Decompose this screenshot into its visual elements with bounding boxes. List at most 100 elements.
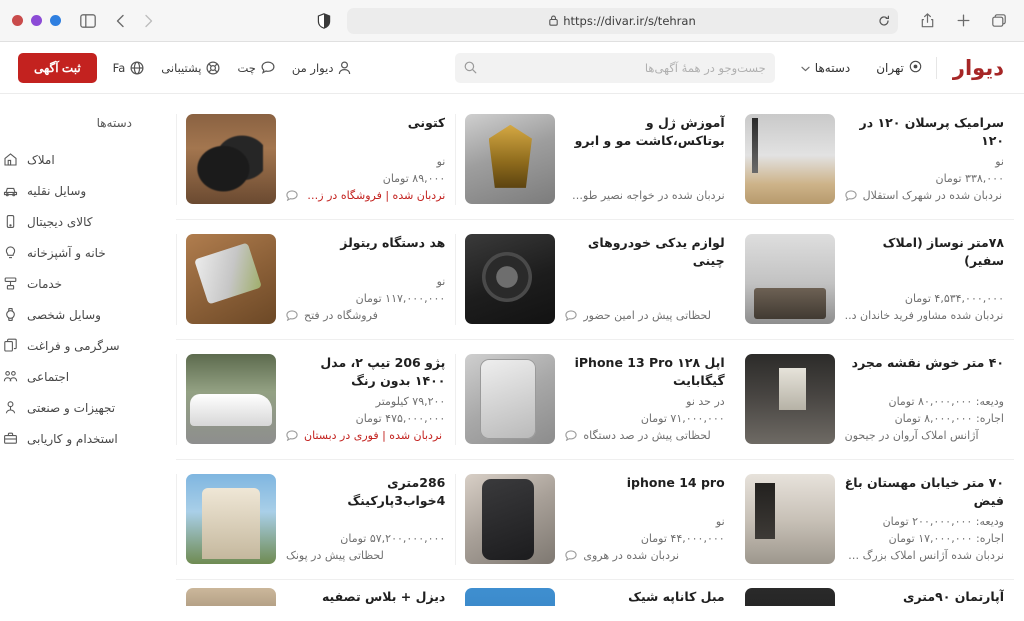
nav-item-support[interactable]: پشتیبانی <box>161 61 220 75</box>
divar-logo[interactable]: دیوار <box>953 56 1005 80</box>
listing-condition: نو <box>715 514 725 528</box>
minimize-window-button[interactable] <box>31 15 42 26</box>
lifebuoy-icon <box>206 60 220 75</box>
listing-card[interactable]: مبل کاناپه شیک <box>455 580 734 606</box>
chat-bubble-icon[interactable] <box>286 430 298 441</box>
sidebar-item-services[interactable]: خدمات <box>0 268 132 299</box>
listing-card[interactable]: آموزش ژل و بوتاکس،کاشت مو و ابرو نردبان … <box>455 100 735 220</box>
listing-thumbnail <box>744 114 835 204</box>
listing-row: ۷۸متر نوساز (املاک سفیر) ۴,۵۳۴,۰۰۰,۰۰۰ ت… <box>176 220 1014 340</box>
chat-bubble-icon[interactable] <box>565 550 577 561</box>
listing-title: مبل کاناپه شیک <box>628 589 725 604</box>
city-selector[interactable]: تهران <box>872 55 926 81</box>
nav-item-chat[interactable]: چت <box>237 60 275 75</box>
sidebar-item-real-estate[interactable]: املاک <box>0 144 132 175</box>
listing-location-text: آژانس املاک آروان در جیحون <box>844 428 979 442</box>
listing-title: ۷۸متر نوساز (املاک سفیر) <box>882 235 1004 269</box>
sidebar-item-label: کالای دیجیتال <box>27 214 93 229</box>
sidebar-item-jobs[interactable]: استخدام و کاریابی <box>0 423 132 454</box>
listing-card[interactable]: دیزل + بلاس تصفیه اتوماتیک <box>176 580 455 606</box>
chat-bubble-icon[interactable] <box>845 190 857 201</box>
listing-card[interactable]: iphone 14 pro نو ۴۴,۰۰۰,۰۰۰ تومان نردبان… <box>455 460 735 580</box>
nav-label: پشتیبانی <box>161 60 202 75</box>
chat-bubble-icon[interactable] <box>286 310 298 321</box>
close-window-button[interactable] <box>12 15 23 26</box>
listing-thumbnail <box>465 354 556 444</box>
sidebar-item-personal-goods[interactable]: وسایل شخصی <box>0 299 132 330</box>
address-bar[interactable]: https://divar.ir/s/tehran <box>347 7 898 34</box>
listing-title: آپارتمان ۹۰متری <box>903 589 1004 604</box>
listing-title: دیزل + بلاس تصفیه اتوماتیک <box>321 589 446 604</box>
sidebar-item-digital-goods[interactable]: کالای دیجیتال <box>0 206 132 237</box>
share-icon[interactable] <box>914 8 940 34</box>
social-icon <box>2 368 19 385</box>
globe-icon <box>130 60 144 75</box>
privacy-shield-icon[interactable] <box>311 8 337 34</box>
categories-dropdown[interactable]: دسته‌ها <box>797 56 854 80</box>
leisure-icon <box>2 337 19 354</box>
nav-item-my-divar[interactable]: دیوار من <box>292 61 352 75</box>
sidebar-item-label: وسایل نقلیه <box>27 183 87 198</box>
listing-title: 286متری 4خواب3پارکینگ <box>347 475 446 509</box>
sidebar-item-home-kitchen[interactable]: خانه و آشپزخانه <box>0 237 132 268</box>
category-sidebar: دسته‌ها املاک وسایل نقلیه کالای دیجیتال … <box>0 94 150 621</box>
listing-card[interactable]: کتونی نو ۸۹,۰۰۰ تومان نردبان شده | فروشگ… <box>176 100 456 220</box>
reload-icon[interactable] <box>878 15 890 27</box>
url-text: https://divar.ir/s/tehran <box>563 13 696 28</box>
listing-card[interactable]: اپل iPhone 13 Pro ۱۲۸ گیگابایت در حد نو … <box>455 340 735 460</box>
chat-bubble-icon[interactable] <box>286 190 298 201</box>
listing-card[interactable]: ۷۰ متر خیابان مهستان باغ فیض ودیعه: ۲۰۰,… <box>734 460 1014 580</box>
sidebar-item-social[interactable]: اجتماعی <box>0 361 132 392</box>
listing-card[interactable]: لوازم یدکی خودروهای چینی لحظاتی پیش در ا… <box>455 220 735 340</box>
phone-icon <box>2 213 19 230</box>
chat-bubble-icon <box>261 61 275 74</box>
listing-body: کتونی نو ۸۹,۰۰۰ تومان نردبان شده | فروشگ… <box>286 114 445 204</box>
listing-card[interactable]: پژو 206 تیپ ۲، مدل ۱۴۰۰ بدون رنگ ۷۹,۲۰۰ … <box>176 340 456 460</box>
chat-bubble-icon[interactable] <box>565 430 577 441</box>
listing-card[interactable]: ۴۰ متر خوش نقشه مجرد ودیعه: ۸۰,۰۰۰,۰۰۰ ت… <box>734 340 1014 460</box>
listing-body: سرامیک پرسلان ۱۲۰ در ۱۲۰ نو ۳۳۸,۰۰۰ توما… <box>845 114 1004 204</box>
listing-price: ۴۷۵,۰۰۰,۰۰۰ تومان <box>355 411 446 425</box>
listing-location-text: نردبان شده در شهرک استقلال <box>862 188 1003 202</box>
car-icon <box>2 182 19 199</box>
nav-label: چت <box>237 60 256 75</box>
listing-location-text: نردبان شده در خواجه نصیر طوسی <box>565 188 725 202</box>
lock-icon <box>549 15 559 26</box>
sidebar-item-label: سرگرمی و فراغت <box>27 338 120 353</box>
listing-thumbnail <box>465 588 556 606</box>
back-arrow-icon[interactable] <box>107 8 133 34</box>
listing-title: آموزش ژل و بوتاکس،کاشت مو و ابرو <box>574 115 725 149</box>
listing-row: سرامیک پرسلان ۱۲۰ در ۱۲۰ نو ۳۳۸,۰۰۰ توما… <box>176 100 1014 220</box>
listing-row: ۴۰ متر خوش نقشه مجرد ودیعه: ۸۰,۰۰۰,۰۰۰ ت… <box>176 340 1014 460</box>
listing-card[interactable]: ۷۸متر نوساز (املاک سفیر) ۴,۵۳۴,۰۰۰,۰۰۰ ت… <box>734 220 1014 340</box>
forward-arrow-icon[interactable] <box>135 8 161 34</box>
sidebar-item-leisure[interactable]: سرگرمی و فراغت <box>0 330 132 361</box>
chat-bubble-icon[interactable] <box>565 310 577 321</box>
listing-card[interactable]: سرامیک پرسلان ۱۲۰ در ۱۲۰ نو ۳۳۸,۰۰۰ توما… <box>734 100 1014 220</box>
listing-thumbnail <box>744 588 835 606</box>
listing-body: ۷۰ متر خیابان مهستان باغ فیض ودیعه: ۲۰۰,… <box>845 474 1004 564</box>
listing-location-text: نردبان شده آژانس املاک بزرگ م... <box>844 548 1004 562</box>
header-nav: دیوار من چت پشتیبانی Fa <box>113 61 352 75</box>
listing-location-text: فروشگاه در فتح <box>304 308 378 322</box>
sidebar-item-industrial[interactable]: تجهیزات و صنعتی <box>0 392 132 423</box>
listing-location: نردبان شده | فروشگاه در زمزم <box>286 187 445 204</box>
listing-body: لوازم یدکی خودروهای چینی لحظاتی پیش در ا… <box>565 234 725 324</box>
listing-card[interactable]: 286متری 4خواب3پارکینگ ۵۷,۲۰۰,۰۰۰,۰۰۰ توم… <box>176 460 456 580</box>
plus-icon[interactable] <box>950 8 976 34</box>
sidebar-item-vehicles[interactable]: وسایل نقلیه <box>0 175 132 206</box>
listing-deposit: ودیعه: ۸۰,۰۰۰,۰۰۰ تومان <box>888 394 1004 408</box>
services-icon <box>2 275 19 292</box>
listing-body: ۷۸متر نوساز (املاک سفیر) ۴,۵۳۴,۰۰۰,۰۰۰ ت… <box>845 234 1004 324</box>
listing-location-text: نردبان شده در هروی <box>583 548 680 562</box>
sidebar-title: دسته‌ها <box>96 116 132 130</box>
nav-item-language[interactable]: Fa <box>113 61 145 75</box>
post-ad-button[interactable]: ثبت آگهی <box>18 52 97 83</box>
search-input[interactable]: جست‌وجو در همهٔ آگهی‌ها <box>454 52 775 83</box>
tabs-overview-icon[interactable] <box>986 8 1012 34</box>
maximize-window-button[interactable] <box>50 15 61 26</box>
listing-card[interactable]: آپارتمان ۹۰متری <box>735 580 1014 606</box>
sidebar-toggle-icon[interactable] <box>75 8 101 34</box>
listing-body: دیزل + بلاس تصفیه اتوماتیک <box>286 588 445 606</box>
listing-card[interactable]: هد دستگاه ریتولز نو ۱۱۷,۰۰۰,۰۰۰ تومان فر… <box>176 220 456 340</box>
